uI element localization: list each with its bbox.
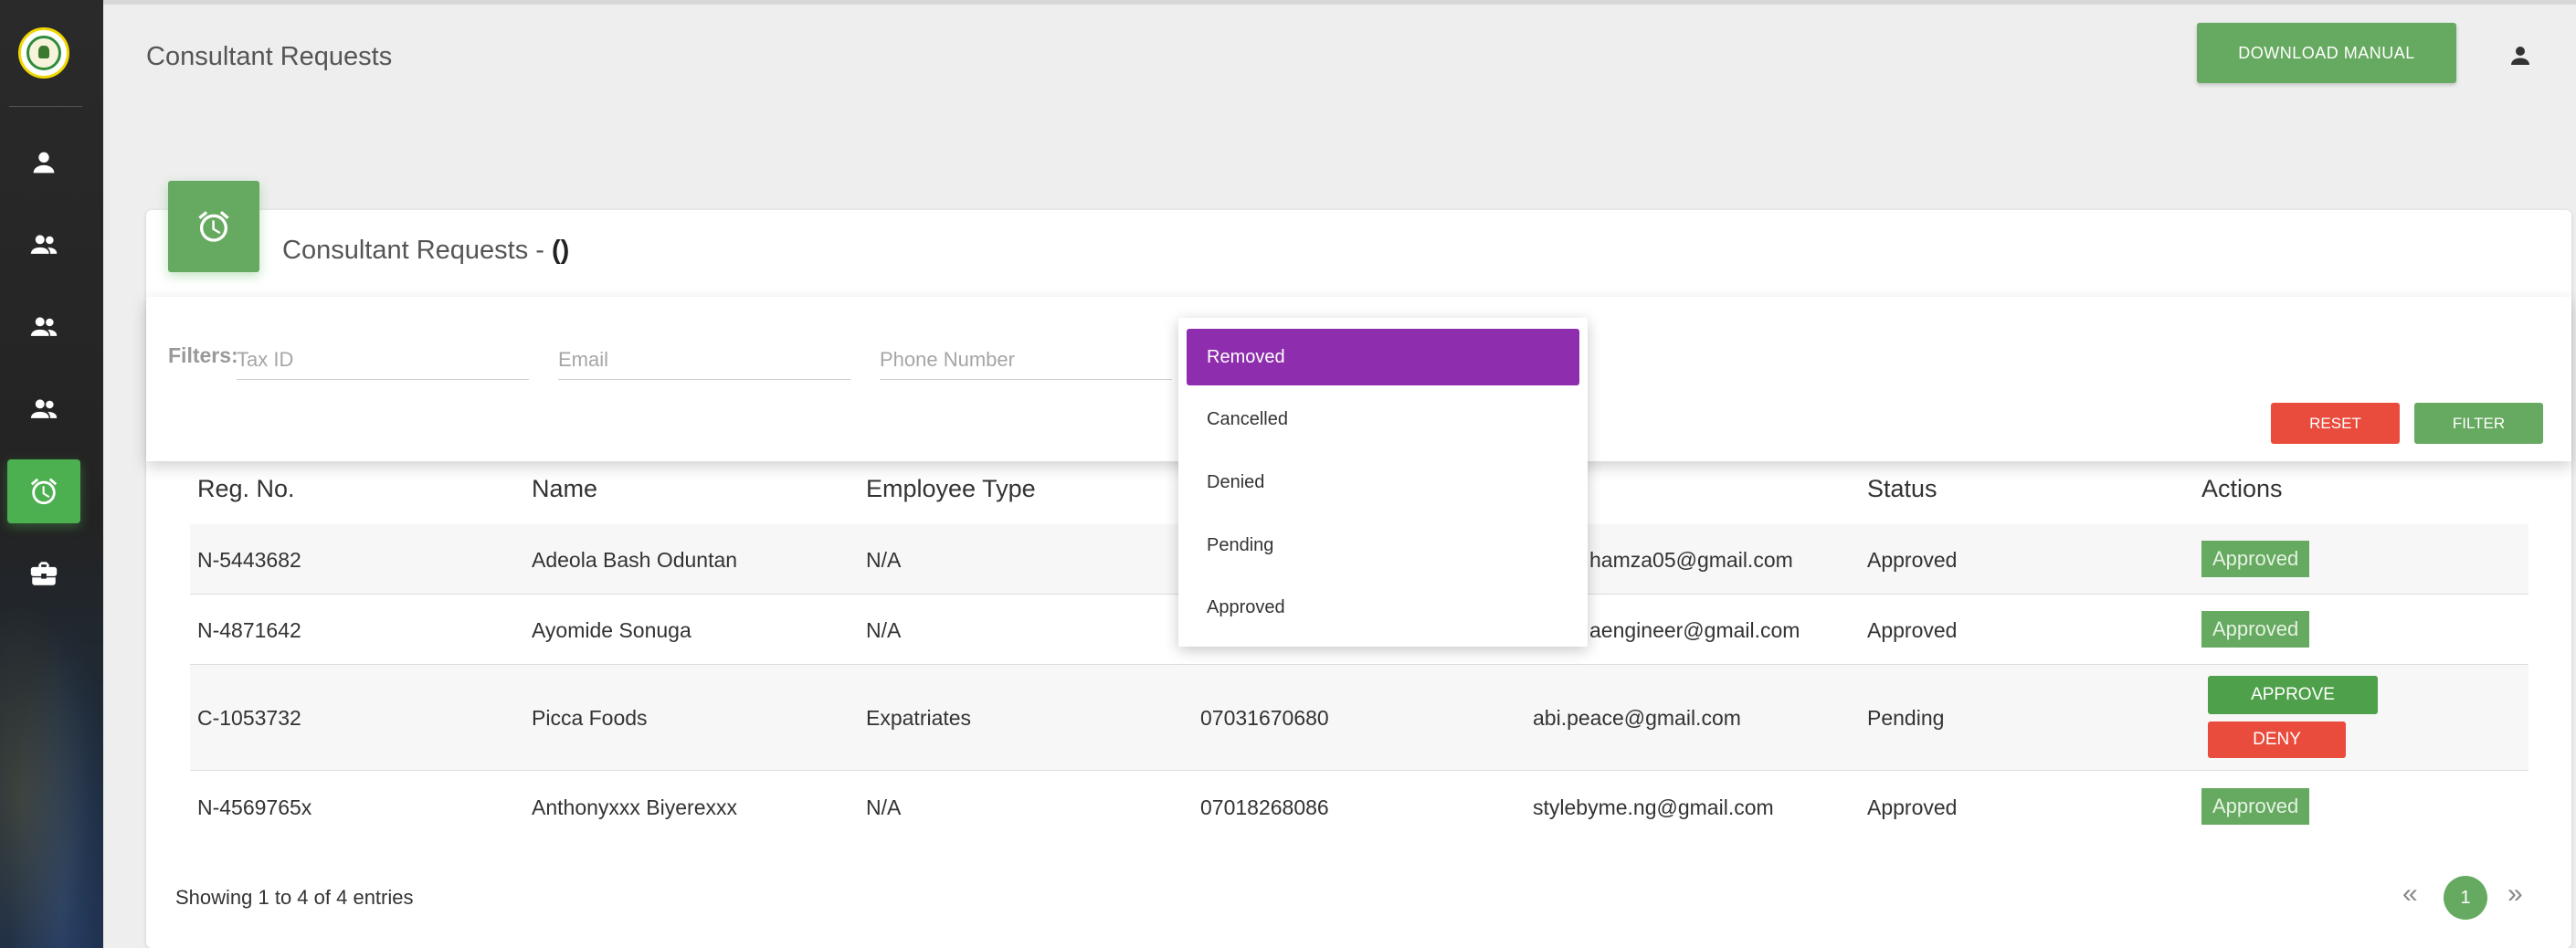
dropdown-option-denied[interactable]: Denied xyxy=(1187,454,1579,511)
cell-name: Picca Foods xyxy=(532,706,648,730)
pagination-page[interactable]: 1 xyxy=(2444,876,2487,920)
cell-status: Approved xyxy=(1867,548,1958,572)
cell-status: Approved xyxy=(1867,795,1958,819)
cell-email: abi.peace@gmail.com xyxy=(1533,706,1741,730)
cell-reg-no: N-4569765x xyxy=(197,795,312,819)
cell-reg-no: N-4871642 xyxy=(197,618,301,642)
approved-badge: Approved xyxy=(2201,788,2310,825)
approved-badge: Approved xyxy=(2201,611,2310,648)
cell-email: hamza05@gmail.com xyxy=(1589,548,1793,572)
dropdown-option-pending[interactable]: Pending xyxy=(1187,517,1579,574)
alarm-clock-icon xyxy=(198,211,229,242)
sidebar-item-people-3[interactable] xyxy=(7,377,80,441)
people-icon xyxy=(30,399,58,418)
filters-label: Filters: xyxy=(168,343,238,367)
download-manual-button[interactable]: DOWNLOAD MANUAL xyxy=(2197,23,2456,83)
column-header-employee-type: Employee Type xyxy=(866,475,1036,502)
cell-name: Anthonyxxx Biyerexxx xyxy=(532,795,737,819)
card-title-text: Consultant Requests - xyxy=(282,236,552,265)
alarm-clock-icon xyxy=(30,478,58,505)
column-header-reg-no: Reg. No. xyxy=(197,475,295,502)
cell-reg-no: N-5443682 xyxy=(197,548,301,572)
email-input[interactable] xyxy=(558,340,850,380)
sidebar-item-people-1[interactable] xyxy=(7,213,80,277)
reset-button[interactable]: RESET xyxy=(2271,403,2400,444)
cell-employee-type: N/A xyxy=(866,548,902,572)
card-header-icon xyxy=(168,181,259,272)
cell-name: Ayomide Sonuga xyxy=(532,618,692,642)
approved-badge: Approved xyxy=(2201,541,2310,577)
sidebar-divider xyxy=(9,106,82,107)
entries-info: Showing 1 to 4 of 4 entries xyxy=(175,886,414,909)
sidebar-item-consultant-requests[interactable] xyxy=(7,459,80,523)
card-title-count: () xyxy=(551,236,570,265)
account-menu[interactable] xyxy=(2507,42,2534,69)
status-dropdown-menu: Removed Cancelled Denied Pending Approve… xyxy=(1178,318,1588,647)
sidebar-item-people-2[interactable] xyxy=(7,295,80,359)
cell-employee-type: N/A xyxy=(866,618,902,642)
dropdown-option-removed[interactable]: Removed xyxy=(1187,329,1579,385)
people-icon xyxy=(30,235,58,254)
pagination-prev[interactable]: « xyxy=(2402,879,2418,910)
sidebar-item-profile[interactable] xyxy=(7,131,80,195)
cell-status: Pending xyxy=(1867,706,1945,730)
cell-email: stylebyme.ng@gmail.com xyxy=(1533,795,1774,819)
cell-name: Adeola Bash Oduntan xyxy=(532,548,738,572)
column-header-status: Status xyxy=(1867,475,1937,502)
sidebar xyxy=(0,0,103,948)
cell-employee-type: N/A xyxy=(866,795,902,819)
person-icon xyxy=(33,152,55,174)
logo[interactable] xyxy=(18,27,69,79)
logo-emblem xyxy=(26,36,61,70)
deny-button[interactable]: DENY xyxy=(2208,722,2346,758)
cell-email: aengineer@gmail.com xyxy=(1589,618,1800,642)
cell-phone: 07031670680 xyxy=(1200,706,1329,730)
briefcase-icon xyxy=(30,562,58,585)
approve-button[interactable]: APPROVE xyxy=(2208,676,2378,714)
people-icon xyxy=(30,317,58,336)
cell-reg-no: C-1053732 xyxy=(197,706,301,730)
dropdown-option-approved[interactable]: Approved xyxy=(1187,579,1579,636)
page-title: Consultant Requests xyxy=(146,42,393,71)
phone-number-input[interactable] xyxy=(880,340,1172,380)
column-header-name: Name xyxy=(532,475,598,502)
pagination-next[interactable]: » xyxy=(2507,879,2523,910)
cell-employee-type: Expatriates xyxy=(866,706,972,730)
cell-phone: 07018268086 xyxy=(1200,795,1329,819)
card-title: Consultant Requests - () xyxy=(282,236,569,266)
column-header-actions: Actions xyxy=(2201,475,2283,502)
cell-status: Approved xyxy=(1867,618,1958,642)
dropdown-option-cancelled[interactable]: Cancelled xyxy=(1187,391,1579,448)
sidebar-item-jobs[interactable] xyxy=(7,542,80,606)
tax-id-input[interactable] xyxy=(237,340,529,380)
topbar-border xyxy=(103,0,2576,5)
filter-button[interactable]: FILTER xyxy=(2414,403,2543,444)
person-icon xyxy=(2511,47,2529,65)
